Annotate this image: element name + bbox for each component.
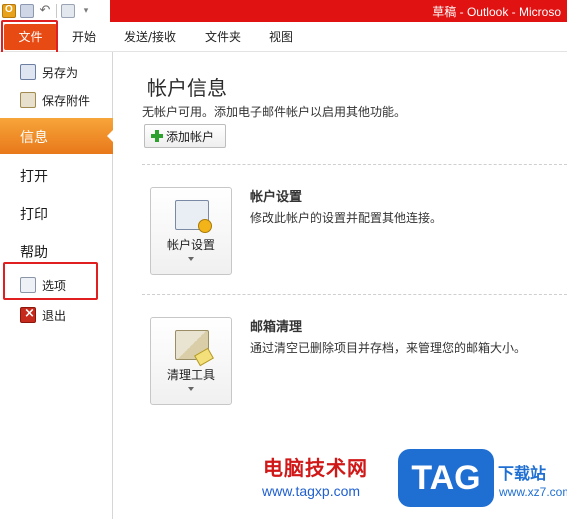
page-title: 帐户信息 — [147, 76, 227, 100]
tab-send-receive[interactable]: 发送/接收 — [124, 28, 176, 45]
tab-folder[interactable]: 文件夹 — [205, 28, 241, 45]
account-settings-title: 帐户设置 — [250, 190, 303, 205]
exit-icon — [20, 306, 36, 323]
outlook-icon[interactable] — [2, 4, 16, 18]
title-bar-accent: 草稿 - Outlook - Microso — [110, 0, 567, 22]
section-divider — [142, 294, 567, 295]
account-info-panel: 帐户信息 无帐户可用。添加电子邮件帐户以启用其他功能。 添加帐户 帐户设置 帐户… — [114, 52, 567, 519]
save-icon[interactable] — [20, 4, 34, 18]
watermark-tag-logo: TAG — [398, 449, 494, 507]
backstage-item-save-attachment[interactable]: 保存附件 — [0, 90, 113, 110]
page-subtitle: 无帐户可用。添加电子邮件帐户以启用其他功能。 — [142, 105, 407, 119]
cleanup-tools-button[interactable]: 清理工具 — [150, 317, 232, 405]
account-settings-icon — [175, 200, 212, 233]
mailbox-cleanup-title: 邮箱清理 — [250, 320, 303, 335]
backstage-item-print[interactable]: 打印 — [20, 204, 48, 224]
backstage-item-label: 信息 — [20, 130, 48, 146]
save-as-icon — [20, 64, 36, 80]
account-settings-button-label: 帐户设置 — [166, 238, 215, 252]
ribbon-tabs: 开始 发送/接收 文件夹 视图 — [0, 22, 567, 52]
file-tab-highlight-box — [1, 20, 58, 54]
watermark-side-url: www.xz7.com — [499, 485, 567, 499]
backstage-item-label: 退出 — [42, 308, 67, 323]
document-icon[interactable] — [61, 4, 75, 18]
backstage-item-label: 保存附件 — [42, 93, 91, 108]
customize-icon[interactable]: ▾ — [79, 4, 93, 18]
window-title: 草稿 - Outlook - Microso — [432, 5, 561, 19]
backstage-item-open[interactable]: 打开 — [20, 166, 48, 186]
watermark-url: www.tagxp.com — [262, 483, 361, 499]
section-divider — [142, 164, 567, 165]
tab-view[interactable]: 视图 — [269, 28, 293, 45]
watermark-brand: 电脑技术网 — [263, 456, 368, 480]
add-account-label: 添加帐户 — [166, 129, 215, 144]
plus-icon — [151, 130, 163, 142]
backstage-item-info[interactable]: 信息 — [0, 118, 114, 154]
add-account-button[interactable]: 添加帐户 — [144, 124, 226, 148]
chevron-down-icon — [188, 257, 194, 261]
backstage-item-help[interactable]: 帮助 — [20, 242, 48, 262]
account-settings-button[interactable]: 帐户设置 — [150, 187, 232, 275]
backstage-item-exit[interactable]: 退出 — [0, 304, 113, 326]
mailbox-cleanup-desc: 通过清空已删除项目并存档，来管理您的邮箱大小。 — [250, 341, 527, 355]
cleanup-tools-icon — [175, 330, 209, 360]
save-attachment-icon — [20, 92, 36, 108]
tab-home[interactable]: 开始 — [72, 28, 96, 45]
watermark-side-text: 下载站 — [498, 464, 547, 483]
quick-access-toolbar: ↶ ▾ — [0, 0, 93, 22]
chevron-down-icon — [188, 387, 194, 391]
account-settings-desc: 修改此帐户的设置并配置其他连接。 — [250, 211, 443, 225]
undo-icon[interactable]: ↶ — [38, 4, 52, 18]
backstage-item-label: 另存为 — [42, 65, 79, 80]
options-highlight-box — [3, 262, 98, 300]
title-bar: ↶ ▾ 草稿 - Outlook - Microso — [0, 0, 567, 22]
cleanup-tools-button-label: 清理工具 — [166, 368, 215, 382]
backstage-item-save-as[interactable]: 另存为 — [0, 62, 113, 82]
toolbar-divider — [56, 4, 57, 18]
